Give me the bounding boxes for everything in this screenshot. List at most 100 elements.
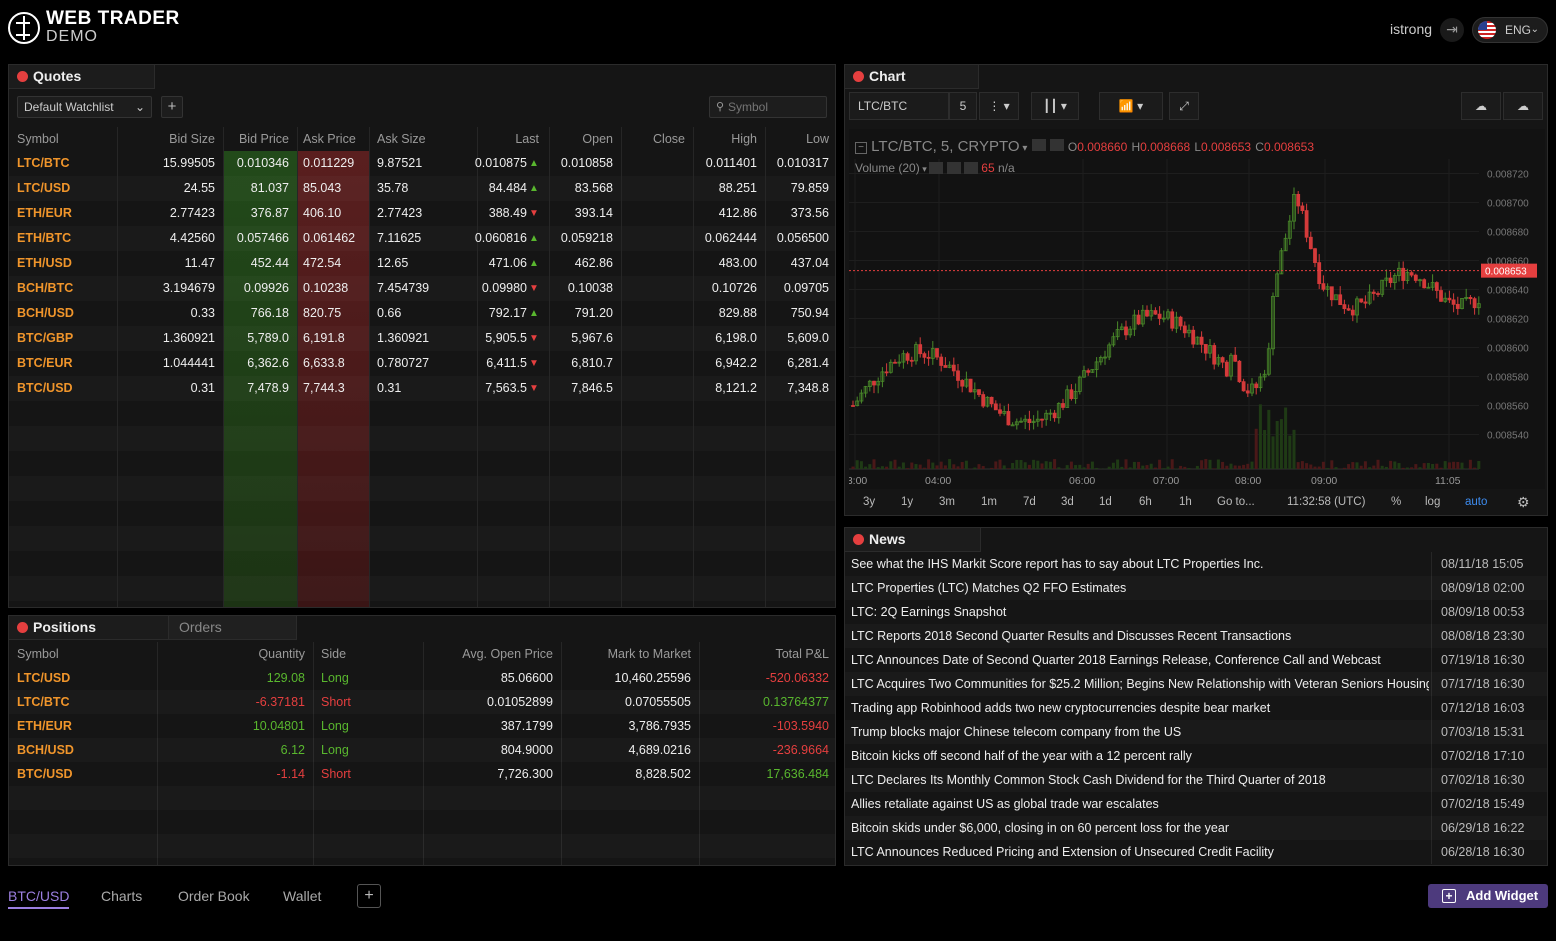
position-row[interactable]: BCH/USD 6.12 Long 804.9000 4,689.0216 -236.96… <box>9 738 835 762</box>
chart-interval-button[interactable]: 5 <box>949 92 977 120</box>
column-header[interactable]: Mark to Market <box>608 647 691 661</box>
news-item[interactable]: LTC Acquires Two Communities for $25.2 M… <box>845 672 1547 696</box>
news-title[interactable]: Trading app Robinhood adds two new crypt… <box>851 701 1429 715</box>
quote-row[interactable]: BCH/BTC 3.194679 0.09926 0.10238 7.454739 0.0… <box>9 276 835 301</box>
gear-icon[interactable]: ⚙ <box>1517 494 1530 511</box>
news-item[interactable]: Allies retaliate against US as global tr… <box>845 792 1547 816</box>
tab-order-book[interactable]: Order Book <box>178 888 250 904</box>
news-title[interactable]: LTC Announces Reduced Pricing and Extens… <box>851 845 1429 859</box>
range-button-3d[interactable]: 3d <box>1061 496 1074 508</box>
range-button-1m[interactable]: 1m <box>981 496 997 508</box>
column-header[interactable]: Open <box>582 132 613 146</box>
news-item[interactable]: LTC Announces Reduced Pricing and Extens… <box>845 840 1547 864</box>
legend-eye-icon[interactable] <box>1031 139 1046 151</box>
column-header[interactable]: Close <box>653 132 685 146</box>
chart-tab[interactable]: Chart <box>845 65 979 89</box>
chart-type-button[interactable]: ┃┃ ▾ <box>1031 92 1079 120</box>
news-title[interactable]: LTC: 2Q Earnings Snapshot <box>851 605 1429 619</box>
symbol-search-input[interactable] <box>728 99 822 115</box>
log-scale-button[interactable]: log <box>1425 496 1440 508</box>
quote-row[interactable]: BTC/USD 0.31 7,478.9 7,744.3 0.31 7,563.5 7,84… <box>9 376 835 401</box>
add-widget-button[interactable]: + Add Widget <box>1428 884 1548 908</box>
quote-row[interactable]: ETH/BTC 4.42560 0.057466 0.061462 7.11625 0.0… <box>9 226 835 251</box>
news-tab[interactable]: News <box>845 528 981 552</box>
legend-settings-icon[interactable] <box>1049 139 1064 151</box>
quote-row[interactable]: LTC/USD 24.55 81.037 85.043 35.78 84.484 83.56… <box>9 176 835 201</box>
position-row[interactable]: LTC/BTC -6.37181 Short 0.01052899 0.07055505… <box>9 690 835 714</box>
fullscreen-button[interactable]: ⤢ <box>1169 92 1199 120</box>
column-header[interactable]: Bid Size <box>169 132 215 146</box>
range-button-1y[interactable]: 1y <box>901 496 913 508</box>
position-row[interactable]: LTC/USD 129.08 Long 85.06600 10,460.25596 -52… <box>9 666 835 690</box>
range-button-1h[interactable]: 1h <box>1179 496 1192 508</box>
news-item[interactable]: LTC: 2Q Earnings Snapshot 08/09/18 00:53 <box>845 600 1547 624</box>
column-header[interactable]: Symbol <box>17 132 59 146</box>
quote-row[interactable]: ETH/EUR 2.77423 376.87 406.10 2.77423 388.49 3… <box>9 201 835 226</box>
quote-row[interactable]: LTC/BTC 15.99505 0.010346 0.011229 9.87521 0.… <box>9 151 835 176</box>
news-item[interactable]: Trading app Robinhood adds two new crypt… <box>845 696 1547 720</box>
news-title[interactable]: Bitcoin skids under $6,000, closing in o… <box>851 821 1429 835</box>
range-button-6h[interactable]: 6h <box>1139 496 1152 508</box>
news-title[interactable]: LTC Properties (LTC) Matches Q2 FFO Esti… <box>851 581 1429 595</box>
collapse-icon[interactable]: − <box>855 142 867 154</box>
quote-row[interactable]: BCH/USD 0.33 766.18 820.75 0.66 792.17 791.20 8… <box>9 301 835 326</box>
column-header[interactable]: Bid Price <box>239 132 289 146</box>
auto-scale-button[interactable]: auto <box>1465 496 1487 508</box>
volume-settings-icon[interactable] <box>946 162 961 174</box>
add-tab-button[interactable]: + <box>357 884 381 908</box>
logout-button[interactable]: ⇥ <box>1440 18 1464 42</box>
volume-eye-icon[interactable] <box>929 162 944 174</box>
quote-row[interactable]: BTC/GBP 1.360921 5,789.0 6,191.8 1.360921 5,9… <box>9 326 835 351</box>
column-header[interactable]: Quantity <box>258 647 305 661</box>
news-title[interactable]: Trump blocks major Chinese telecom compa… <box>851 725 1429 739</box>
news-item[interactable]: Trump blocks major Chinese telecom compa… <box>845 720 1547 744</box>
column-header[interactable]: Symbol <box>17 647 59 661</box>
indicators-button[interactable]: 📶 ▾ <box>1099 92 1163 120</box>
position-row[interactable]: BTC/USD -1.14 Short 7,726.300 8,828.502 17,63… <box>9 762 835 786</box>
position-row[interactable]: ETH/EUR 10.04801 Long 387.1799 3,786.7935 -10… <box>9 714 835 738</box>
column-header[interactable]: Ask Size <box>377 132 426 146</box>
column-header[interactable]: Ask Price <box>303 132 356 146</box>
news-title[interactable]: Allies retaliate against US as global tr… <box>851 797 1429 811</box>
quote-row[interactable]: ETH/USD 11.47 452.44 472.54 12.65 471.06 462.8… <box>9 251 835 276</box>
column-header[interactable]: Last <box>515 132 539 146</box>
range-button-1d[interactable]: 1d <box>1099 496 1112 508</box>
news-item[interactable]: Bitcoin skids under $6,000, closing in o… <box>845 816 1547 840</box>
tab-wallet[interactable]: Wallet <box>283 888 321 904</box>
column-header[interactable]: Avg. Open Price <box>462 647 553 661</box>
column-header[interactable]: High <box>731 132 757 146</box>
load-chart-button[interactable]: ☁ <box>1461 92 1501 120</box>
save-chart-button[interactable]: ☁ <box>1503 92 1543 120</box>
orders-tab[interactable]: Orders <box>169 616 297 640</box>
range-button-3m[interactable]: 3m <box>939 496 955 508</box>
news-title[interactable]: Bitcoin kicks off second half of the yea… <box>851 749 1429 763</box>
range-button-3y[interactable]: 3y <box>863 496 875 508</box>
news-item[interactable]: LTC Declares Its Monthly Common Stock Ca… <box>845 768 1547 792</box>
news-title[interactable]: LTC Acquires Two Communities for $25.2 M… <box>851 677 1429 691</box>
symbol-search[interactable]: ⚲ <box>709 96 827 118</box>
positions-tab[interactable]: Positions <box>9 616 169 640</box>
news-item[interactable]: LTC Reports 2018 Second Quarter Results … <box>845 624 1547 648</box>
range-button-goto[interactable]: Go to... <box>1217 496 1255 508</box>
tab-btc-usd[interactable]: BTC/USD <box>8 888 70 909</box>
price-chart[interactable]: 0.0087200.0087000.0086800.0086600.008640… <box>849 129 1545 489</box>
percent-scale-button[interactable]: % <box>1391 496 1401 508</box>
news-title[interactable]: LTC Reports 2018 Second Quarter Results … <box>851 629 1429 643</box>
column-header[interactable]: Total P&L <box>775 647 829 661</box>
news-item[interactable]: Bitcoin kicks off second half of the yea… <box>845 744 1547 768</box>
tab-charts[interactable]: Charts <box>101 888 142 904</box>
range-button-7d[interactable]: 7d <box>1023 496 1036 508</box>
user-name[interactable]: istrong <box>1390 21 1432 37</box>
column-header[interactable]: Side <box>321 647 346 661</box>
legend-title[interactable]: LTC/BTC, 5, CRYPTO <box>871 138 1019 155</box>
news-item[interactable]: See what the IHS Markit Score report has… <box>845 552 1547 576</box>
news-title[interactable]: See what the IHS Markit Score report has… <box>851 557 1429 571</box>
logo[interactable]: WEB TRADER DEMO <box>8 9 180 46</box>
watchlist-select[interactable]: Default Watchlist ⌄ <box>17 96 152 118</box>
volume-label[interactable]: Volume (20) <box>855 161 920 175</box>
volume-close-icon[interactable] <box>963 162 978 174</box>
column-header[interactable]: Low <box>806 132 829 146</box>
chart-symbol-field[interactable]: LTC/BTC <box>849 92 949 120</box>
news-title[interactable]: LTC Announces Date of Second Quarter 201… <box>851 653 1429 667</box>
news-item[interactable]: LTC Announces Date of Second Quarter 201… <box>845 648 1547 672</box>
